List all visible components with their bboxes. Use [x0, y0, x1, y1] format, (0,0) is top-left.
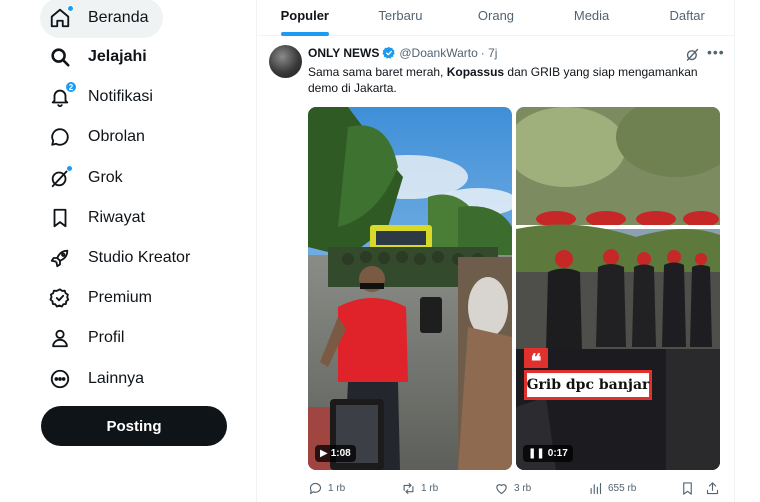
more-circle-icon: [48, 367, 72, 391]
notification-badge: 2: [65, 81, 77, 93]
bookmark-icon: [48, 206, 72, 230]
play-icon[interactable]: ▶: [320, 448, 328, 459]
tab-daftar[interactable]: Daftar: [639, 0, 735, 35]
bell-icon: 2: [48, 81, 77, 109]
bookmark-icon: [683, 482, 692, 495]
tab-terbaru[interactable]: Terbaru: [353, 0, 449, 35]
author-name[interactable]: ONLY NEWS: [308, 46, 379, 60]
pause-icon[interactable]: ❚❚: [528, 448, 545, 459]
sidebar-item-label: Notifikasi: [88, 88, 153, 105]
duration-label: 0:17: [547, 448, 568, 459]
video-frame-1: [308, 107, 512, 470]
grok-icon: [48, 165, 73, 190]
video-duration-2: ❚❚ 0:17: [523, 445, 573, 462]
tab-orang[interactable]: Orang: [448, 0, 544, 35]
rocket-icon: [48, 246, 72, 270]
tweet-text: Sama sama baret merah, Kopassus dan GRIB…: [308, 64, 718, 96]
bookmark-button[interactable]: [680, 481, 695, 496]
more-options-icon[interactable]: •••: [707, 44, 725, 60]
sidebar-item-label: Jelajahi: [88, 48, 147, 65]
repost-button[interactable]: 1 rb: [401, 481, 438, 496]
sidebar-item-label: Grok: [88, 169, 123, 186]
grok-icon[interactable]: [685, 47, 700, 62]
heart-icon: [496, 484, 507, 495]
reply-icon: [309, 482, 321, 495]
unread-dot: [66, 165, 73, 172]
sidebar-item-label: Profil: [88, 329, 125, 346]
post-button[interactable]: Posting: [41, 406, 227, 446]
repost-count: 1 rb: [421, 483, 439, 494]
tweet-actions: 1 rb 1 rb 3 rb 655 rb: [308, 481, 728, 499]
sidebar-item-studio-kreator[interactable]: Studio Kreator: [40, 238, 204, 278]
author-handle[interactable]: @DoankWarto: [399, 46, 477, 60]
share-button[interactable]: [705, 481, 720, 496]
tweet-header: ONLY NEWS @DoankWarto · 7j: [308, 46, 497, 60]
views-button[interactable]: 655 rb: [588, 481, 636, 496]
verified-badge-icon: [48, 286, 72, 310]
reply-count: 1 rb: [328, 483, 346, 494]
sidebar-item-beranda[interactable]: Beranda: [40, 0, 163, 38]
sidebar-item-label: Lainnya: [88, 370, 145, 387]
sidebar: Beranda Jelajahi 2 Notifikasi Obrolan Gr…: [0, 0, 256, 502]
video-thumbnail-1[interactable]: ▶ 1:08: [308, 107, 512, 470]
views-icon: [590, 482, 602, 495]
sidebar-item-jelajahi[interactable]: Jelajahi: [40, 37, 161, 77]
sidebar-item-label: Riwayat: [88, 209, 145, 226]
sidebar-item-riwayat[interactable]: Riwayat: [40, 198, 159, 238]
search-icon: [48, 45, 72, 69]
video-caption: Grib dpc banjar: [524, 370, 652, 400]
like-count: 3 rb: [514, 483, 532, 494]
reply-button[interactable]: 1 rb: [308, 481, 345, 496]
sidebar-item-label: Obrolan: [88, 128, 145, 145]
sidebar-item-notifikasi[interactable]: 2 Notifikasi: [40, 77, 167, 117]
tweet-time[interactable]: · 7j: [481, 46, 498, 60]
person-icon: [48, 326, 72, 350]
verified-icon: [382, 46, 396, 59]
tweet-text-bold: Kopassus: [446, 65, 505, 79]
sidebar-item-label: Studio Kreator: [88, 249, 191, 266]
tab-media[interactable]: Media: [544, 0, 640, 35]
quote-icon: ❝: [524, 348, 548, 373]
sidebar-item-grok[interactable]: Grok: [40, 158, 137, 198]
home-icon: [48, 5, 74, 30]
like-button[interactable]: 3 rb: [494, 481, 531, 496]
chat-icon: [48, 125, 72, 149]
repost-icon: [403, 482, 414, 495]
duration-label: 1:08: [330, 448, 351, 459]
sidebar-item-label: Beranda: [88, 9, 149, 26]
sidebar-item-premium[interactable]: Premium: [40, 278, 166, 318]
sidebar-item-obrolan[interactable]: Obrolan: [40, 117, 159, 157]
share-icon: [706, 482, 719, 495]
sidebar-item-lainnya[interactable]: Lainnya: [40, 359, 158, 399]
avatar[interactable]: [269, 45, 302, 78]
tweet[interactable]: ONLY NEWS @DoankWarto · 7j ••• Sama sama…: [257, 37, 735, 502]
sidebar-item-label: Premium: [88, 289, 153, 306]
view-count: 655 rb: [608, 483, 637, 494]
tab-populer[interactable]: Populer: [257, 0, 353, 35]
search-tabs: Populer Terbaru Orang Media Daftar: [257, 0, 735, 36]
sidebar-item-profil[interactable]: Profil: [40, 318, 138, 358]
main-column: Populer Terbaru Orang Media Daftar ONLY …: [256, 0, 735, 502]
video-thumbnail-2[interactable]: ❝ Grib dpc banjar ❚❚ 0:17: [516, 107, 720, 470]
unread-dot: [67, 5, 74, 12]
video-duration-1: ▶ 1:08: [315, 445, 356, 462]
tweet-text-part: Sama sama baret merah,: [308, 65, 447, 79]
video-frame-2: [516, 107, 720, 470]
